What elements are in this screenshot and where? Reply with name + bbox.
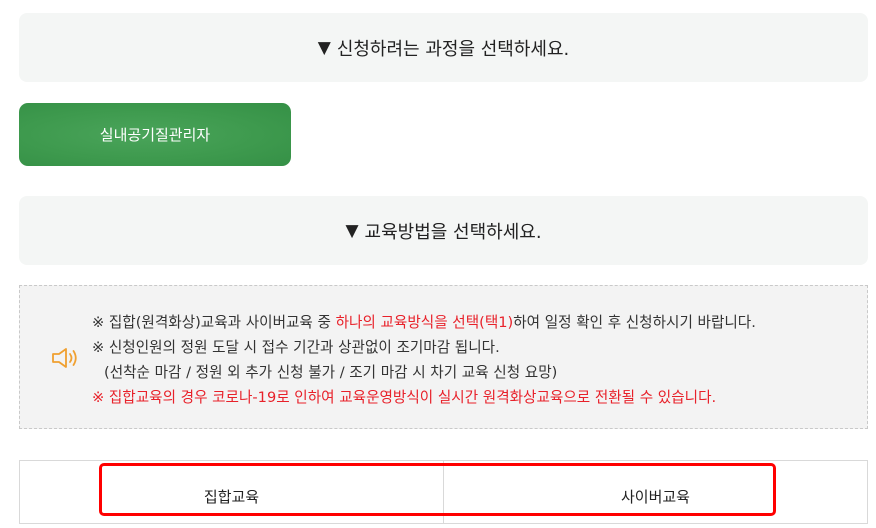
method-option-label: 사이버교육 <box>620 487 690 506</box>
course-select-title: 신청하려는 과정을 선택하세요. <box>336 38 570 60</box>
triangle-down-icon: ▼ <box>345 220 359 241</box>
method-option-offline[interactable]: 집합교육 <box>20 461 443 523</box>
notice-line-2: ※ 신청인원의 정원 도달 시 접수 기간과 상관없이 조기마감 됩니다. <box>92 339 500 356</box>
triangle-down-icon: ▼ <box>317 37 331 58</box>
notice-line-3: (선착순 마감 / 정원 외 추가 신청 불가 / 조기 마감 시 차기 교육 … <box>104 364 558 381</box>
course-select-header: ▼ 신청하려는 과정을 선택하세요. <box>19 13 868 82</box>
method-options: 집합교육 사이버교육 <box>19 460 868 524</box>
method-select-title: 교육방법을 선택하세요. <box>364 221 542 243</box>
notice-line-1: ※ 집합(원격화상)교육과 사이버교육 중 하나의 교육방식을 선택(택1)하여… <box>92 314 756 331</box>
method-option-label: 집합교육 <box>203 487 260 506</box>
notice-line-4: ※ 집합교육의 경우 코로나-19로 인하여 교육운영방식이 실시간 원격화상교… <box>92 389 717 406</box>
notice-line-1-emphasis: 하나의 교육방식을 선택(택1) <box>335 314 514 331</box>
speaker-icon <box>52 348 77 368</box>
method-select-header: ▼ 교육방법을 선택하세요. <box>19 196 868 265</box>
course-button-indoor-air-quality-manager[interactable]: 실내공기질관리자 <box>19 103 291 166</box>
notice-box: ※ 집합(원격화상)교육과 사이버교육 중 하나의 교육방식을 선택(택1)하여… <box>19 285 868 429</box>
method-option-cyber[interactable]: 사이버교육 <box>443 461 867 523</box>
course-button-label: 실내공기질관리자 <box>99 126 211 144</box>
